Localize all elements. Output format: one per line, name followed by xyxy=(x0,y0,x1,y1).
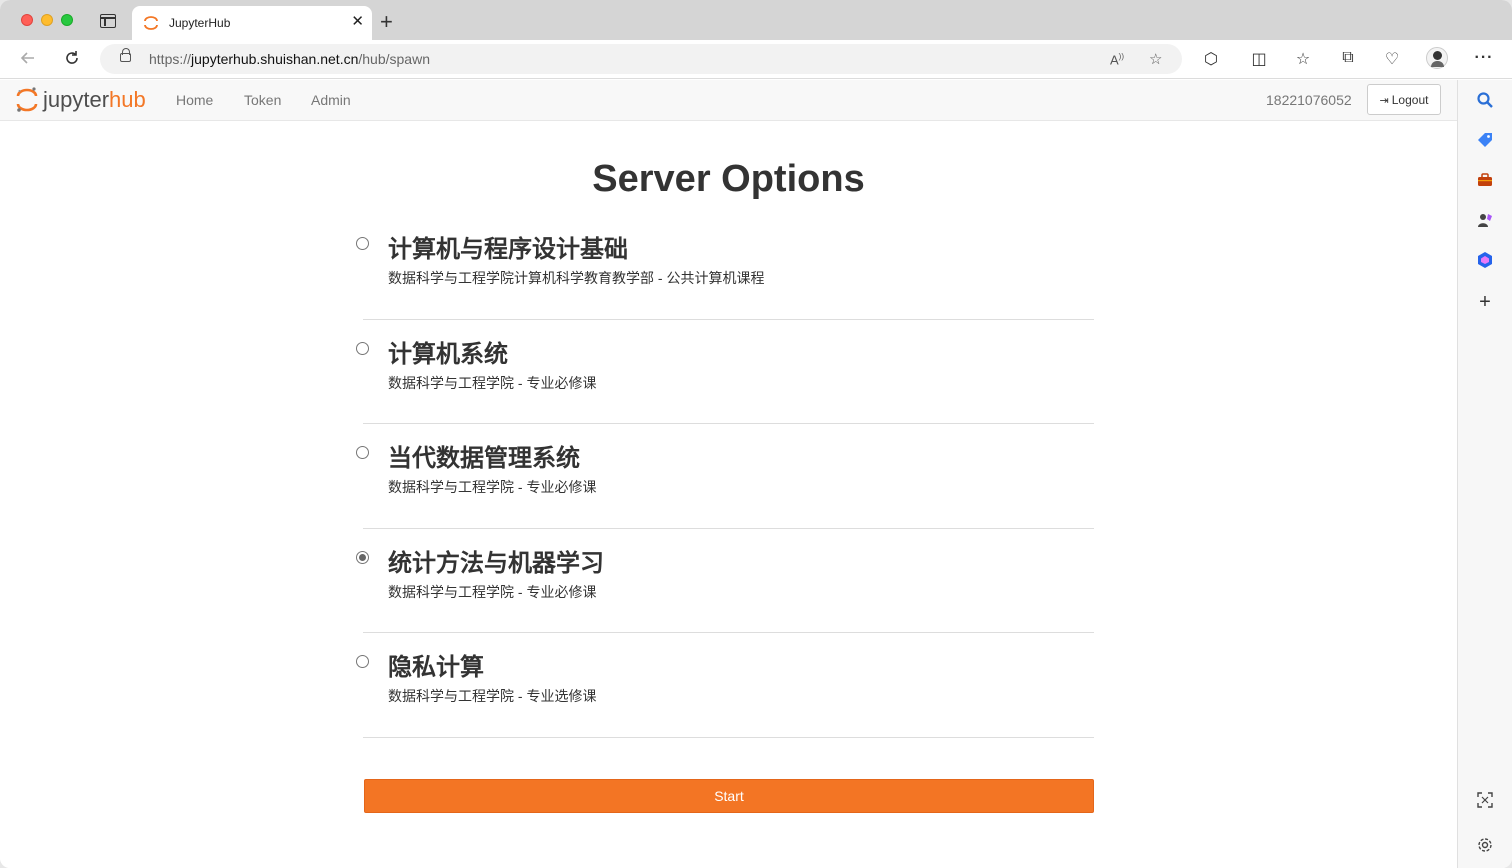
tab-bar: JupyterHub ✕ + xyxy=(0,0,1512,40)
close-window-button[interactable] xyxy=(21,14,33,26)
minimize-window-button[interactable] xyxy=(41,14,53,26)
option-radio-selected[interactable] xyxy=(356,550,369,564)
games-icon[interactable] xyxy=(1476,211,1494,229)
server-option[interactable]: 当代数据管理系统 数据科学与工程学院 - 专业必修课 xyxy=(356,424,1094,529)
logo-text: jupyterhub xyxy=(43,87,146,113)
logo-text-hub: hub xyxy=(109,87,146,112)
url-path: /hub/spawn xyxy=(358,51,430,67)
tools-icon[interactable] xyxy=(1476,171,1494,189)
favorites-icon[interactable]: ☆ xyxy=(1293,49,1313,69)
option-description: 数据科学与工程学院计算机科学教育教学部 - 公共计算机课程 xyxy=(388,270,765,286)
jupyter-favicon-icon xyxy=(144,16,158,30)
address-bar[interactable]: https://jupyterhub.shuishan.net.cn/hub/s… xyxy=(100,44,1182,74)
browser-essentials-icon[interactable]: ♡ xyxy=(1382,49,1402,69)
search-icon[interactable] xyxy=(1476,91,1494,109)
browser-toolbar: https://jupyterhub.shuishan.net.cn/hub/s… xyxy=(0,40,1512,79)
lock-icon[interactable] xyxy=(120,48,131,62)
web-page: jupyterhub Home Token Admin 18221076052 … xyxy=(0,80,1457,868)
nav-link-token[interactable]: Token xyxy=(244,92,281,108)
profile-avatar-icon[interactable] xyxy=(1426,47,1448,69)
option-description: 数据科学与工程学院 - 专业必修课 xyxy=(388,479,597,495)
new-tab-button[interactable]: + xyxy=(380,11,393,33)
option-radio[interactable] xyxy=(356,655,369,668)
server-options-list: 计算机与程序设计基础 数据科学与工程学院计算机科学教育教学部 - 公共计算机课程… xyxy=(356,215,1094,738)
sign-out-icon: ⇥ xyxy=(1379,94,1389,107)
browser-window: JupyterHub ✕ + https://jupyterhub.shuish… xyxy=(0,0,1512,868)
option-radio[interactable] xyxy=(356,446,369,459)
tab-title: JupyterHub xyxy=(169,16,231,30)
extensions-icon[interactable]: ⬡ xyxy=(1201,49,1221,69)
browser-sidebar: + xyxy=(1457,80,1512,868)
start-button[interactable]: Start xyxy=(364,779,1094,813)
page-title: Server Options xyxy=(592,158,865,200)
option-title[interactable]: 统计方法与机器学习 xyxy=(388,543,604,578)
screenshot-icon[interactable] xyxy=(1476,791,1494,809)
nav-link-home[interactable]: Home xyxy=(176,92,213,108)
url-scheme: https:// xyxy=(149,51,192,67)
tab-actions-icon[interactable] xyxy=(100,14,116,28)
office-icon[interactable] xyxy=(1476,251,1494,269)
option-title[interactable]: 当代数据管理系统 xyxy=(388,438,580,473)
server-option[interactable]: 隐私计算 数据科学与工程学院 - 专业选修课 xyxy=(356,633,1094,738)
settings-icon[interactable] xyxy=(1476,836,1494,854)
option-title[interactable]: 计算机系统 xyxy=(388,334,508,369)
option-radio[interactable] xyxy=(356,341,369,355)
tab-close-icon[interactable]: ✕ xyxy=(351,14,364,30)
reload-icon[interactable] xyxy=(62,49,82,69)
more-icon[interactable]: ··· xyxy=(1474,49,1494,67)
option-title[interactable]: 计算机与程序设计基础 xyxy=(388,229,628,264)
logout-button[interactable]: ⇥ Logout xyxy=(1367,84,1441,115)
jupyterhub-navbar: jupyterhub Home Token Admin 18221076052 … xyxy=(0,80,1457,121)
option-radio[interactable] xyxy=(356,237,369,250)
option-description: 数据科学与工程学院 - 专业选修课 xyxy=(388,688,597,704)
maximize-window-button[interactable] xyxy=(61,14,73,26)
logout-label: Logout xyxy=(1391,92,1429,107)
option-description: 数据科学与工程学院 - 专业必修课 xyxy=(388,374,597,391)
server-option[interactable]: 计算机与程序设计基础 数据科学与工程学院计算机科学教育教学部 - 公共计算机课程 xyxy=(356,215,1094,320)
url-text[interactable]: https://jupyterhub.shuishan.net.cn/hub/s… xyxy=(149,51,430,67)
split-screen-icon[interactable]: ◫ xyxy=(1249,49,1269,69)
browser-tab[interactable]: JupyterHub ✕ xyxy=(132,6,372,40)
option-title[interactable]: 隐私计算 xyxy=(388,647,484,682)
shopping-tag-icon[interactable] xyxy=(1476,131,1494,149)
collections-icon[interactable]: ⧉ xyxy=(1338,49,1358,67)
jupyter-logo-icon xyxy=(16,87,38,112)
logo-text-jupyter: jupyter xyxy=(43,87,110,112)
back-icon[interactable] xyxy=(18,49,38,69)
current-user: 18221076052 xyxy=(1266,92,1352,108)
url-host: jupyterhub.shuishan.net.cn xyxy=(191,51,359,67)
server-option[interactable]: 计算机系统 数据科学与工程学院 - 专业必修课 xyxy=(356,320,1094,424)
add-icon[interactable]: + xyxy=(1476,292,1494,312)
nav-link-admin[interactable]: Admin xyxy=(311,92,351,108)
option-description: 数据科学与工程学院 - 专业必修课 xyxy=(388,583,597,600)
favorite-star-icon[interactable]: ☆ xyxy=(1149,50,1162,68)
server-option[interactable]: 统计方法与机器学习 数据科学与工程学院 - 专业必修课 xyxy=(356,529,1094,633)
read-aloud-icon[interactable]: A)) xyxy=(1110,52,1124,67)
